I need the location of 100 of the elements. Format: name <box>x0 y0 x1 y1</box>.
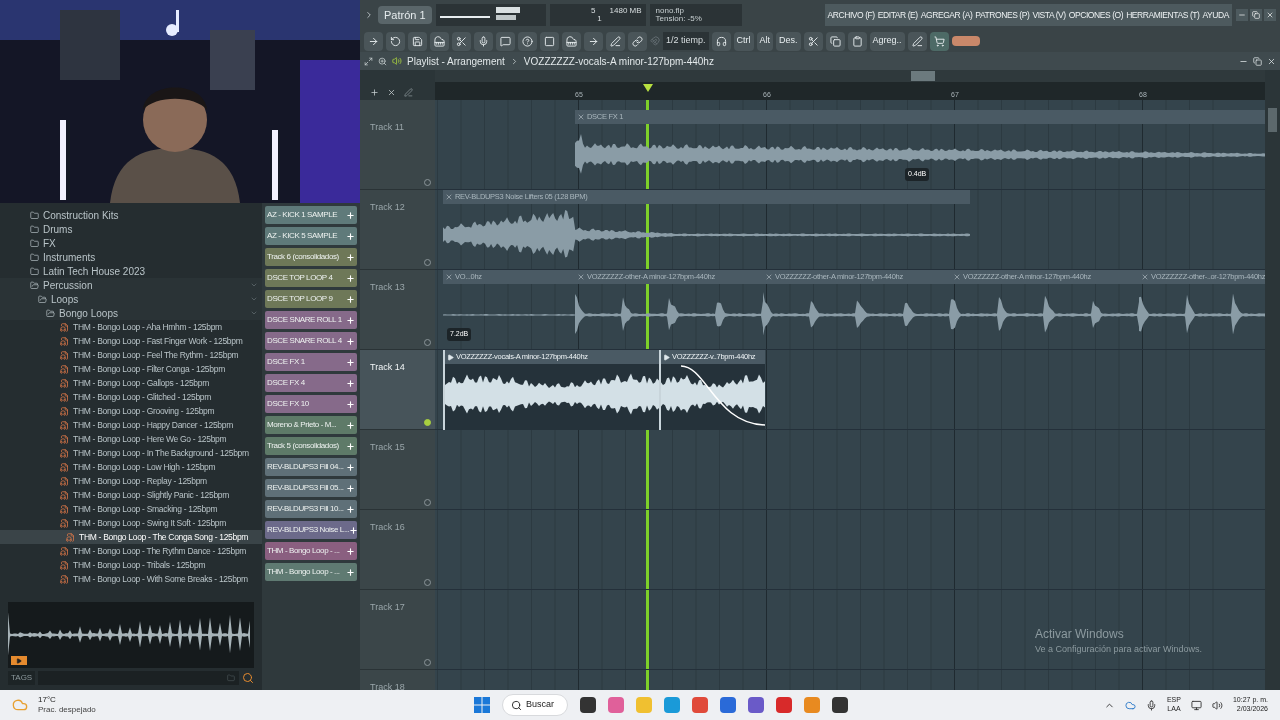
pattern-selector[interactable]: Patrón 1 <box>378 6 432 24</box>
weather-condition[interactable]: Prac. despejado <box>38 705 158 715</box>
toolbar-button[interactable] <box>711 31 731 51</box>
folder-item[interactable]: Instruments <box>0 250 262 264</box>
file-item[interactable]: THM - Bongo Loop - Here We Go - 125bpm <box>0 432 262 446</box>
file-item[interactable]: THM - Bongo Loop - Happy Dancer - 125bpm <box>0 418 262 432</box>
file-item[interactable]: THM - Bongo Loop - Gallops - 125bpm <box>0 376 262 390</box>
key-button[interactable]: Alt <box>756 31 774 51</box>
channel-item[interactable]: DSCE SNARE ROLL 4 <box>265 332 357 350</box>
menu-item[interactable]: VISTA (V) <box>1032 8 1066 22</box>
fit-icon[interactable] <box>364 56 373 66</box>
close-button[interactable] <box>1264 9 1276 21</box>
file-item[interactable]: THM - Bongo Loop - The Rythm Dance - 125bpm <box>0 544 262 558</box>
folder-item[interactable]: Latin Tech House 2023 <box>0 264 262 278</box>
channel-item[interactable]: DSCE FX 10 <box>265 395 357 413</box>
current-clip-name[interactable]: VOZZZZZZ-vocals-A minor-127bpm-440hz <box>523 53 714 69</box>
channel-item[interactable]: REV-BLDUPS3 Fill 10... <box>265 500 357 518</box>
toolbar-button[interactable] <box>496 31 515 51</box>
channel-item[interactable]: REV-BLDUPS3 Fill 04... <box>265 458 357 476</box>
file-item[interactable]: THM - Bongo Loop - Filter Conga - 125bpm <box>0 362 262 376</box>
menu-item[interactable]: PATRONES (P) <box>975 8 1030 22</box>
restore-button[interactable] <box>1250 9 1262 21</box>
track-indicator[interactable] <box>424 419 431 426</box>
speaker-icon[interactable] <box>1211 699 1223 711</box>
file-item[interactable]: THM - Bongo Loop - Low High - 125bpm <box>0 460 262 474</box>
menu-item[interactable]: HERRAMIENTAS (T) <box>1126 8 1200 22</box>
key-button[interactable]: Des. <box>776 31 801 51</box>
key-button[interactable]: Ctrl <box>733 31 754 51</box>
file-item[interactable]: THM - Bongo Loop - Fast Finger Work - 125bpm <box>0 334 262 348</box>
menu-item[interactable]: EDITAR (E) <box>877 8 918 22</box>
menu-item[interactable]: AGREGAR (A) <box>920 8 973 22</box>
toolbar-button[interactable] <box>803 31 823 51</box>
toolbar-button[interactable] <box>452 31 471 51</box>
menu-item[interactable]: ARCHIVO (F) <box>827 8 875 22</box>
speaker-icon[interactable] <box>392 56 402 66</box>
taskbar-app-icon[interactable] <box>579 697 596 713</box>
menu-item[interactable]: AYUDA <box>1202 8 1229 22</box>
file-item[interactable]: THM - Bongo Loop - The Conga Song - 125bpm <box>0 530 262 544</box>
tags-field[interactable] <box>38 671 239 685</box>
search-field[interactable]: Buscar <box>501 694 568 716</box>
toolbar-button[interactable] <box>825 31 845 51</box>
channel-item[interactable]: AZ - KICK 5 SAMPLE <box>265 227 357 245</box>
file-item[interactable]: THM - Bongo Loop - In The Background - 125bpm <box>0 446 262 460</box>
file-item[interactable]: THM - Bongo Loop - Replay - 125bpm <box>0 474 262 488</box>
toolbar-button[interactable] <box>518 31 537 51</box>
folder-item[interactable]: Drums <box>0 222 262 236</box>
search-icon[interactable] <box>242 672 254 684</box>
monitor-icon[interactable] <box>1190 699 1202 711</box>
channel-item[interactable]: DSCE SNARE ROLL 1 <box>265 311 357 329</box>
close-icon[interactable] <box>1267 56 1276 66</box>
windows-logo-icon[interactable] <box>473 697 490 713</box>
channel-item[interactable]: THM - Bongo Loop - ... <box>265 563 357 581</box>
channel-item[interactable]: THM - Bongo Loop - ... <box>265 542 357 560</box>
cloud-icon[interactable] <box>1124 699 1136 711</box>
color-swatch[interactable] <box>951 36 980 46</box>
file-item[interactable]: THM - Bongo Loop - Swing It Soft - 125bpm <box>0 516 262 530</box>
file-item[interactable]: THM - Bongo Loop - Grooving - 125bpm <box>0 404 262 418</box>
channel-item[interactable]: Moreno & Prieto - M... <box>265 416 357 434</box>
folder-item[interactable]: FX <box>0 236 262 250</box>
toolbar-button[interactable] <box>907 31 927 51</box>
toolbar-button[interactable] <box>430 31 449 51</box>
snap-selector[interactable]: 1/2 tiemp. <box>663 32 709 50</box>
file-item[interactable]: THM - Bongo Loop - Slightly Panic - 125bpm <box>0 488 262 502</box>
toolbar-button[interactable] <box>408 31 427 51</box>
toolbar-button[interactable] <box>562 31 581 51</box>
channel-item[interactable]: Track 5 (consolidados) <box>265 437 357 455</box>
channel-item[interactable]: DSCE FX 4 <box>265 374 357 392</box>
folder-item[interactable]: Bongo Loops <box>0 306 262 320</box>
file-item[interactable]: THM - Bongo Loop - Feel The Rythm - 125bpm <box>0 348 262 362</box>
taskbar-app-icon[interactable] <box>831 697 848 713</box>
folder-item[interactable]: Percussion <box>0 278 262 292</box>
toolbar-button[interactable] <box>606 31 625 51</box>
toolbar-button[interactable] <box>847 31 867 51</box>
close-icon[interactable] <box>387 88 396 97</box>
channel-item[interactable]: AZ - KICK 1 SAMPLE <box>265 206 357 224</box>
channel-item[interactable]: DSCE TOP LOOP 4 <box>265 269 357 287</box>
file-item[interactable]: THM - Bongo Loop - Glitched - 125bpm <box>0 390 262 404</box>
menu-item[interactable]: OPCIONES (O) <box>1068 8 1124 22</box>
temperature[interactable]: 17°C <box>38 695 158 705</box>
toolbar-button[interactable] <box>364 31 383 51</box>
channel-item[interactable]: DSCE TOP LOOP 9 <box>265 290 357 308</box>
play-button[interactable] <box>11 656 27 665</box>
file-item[interactable]: THM - Bongo Loop - Aha Hmhm - 125bpm <box>0 320 262 334</box>
zoom-icon[interactable] <box>378 56 387 66</box>
channel-item[interactable]: Track 6 (consolidados) <box>265 248 357 266</box>
toolbar-button[interactable] <box>474 31 493 51</box>
taskbar-app-icon[interactable] <box>747 697 764 713</box>
toolbar-button[interactable] <box>584 31 603 51</box>
add-icon[interactable] <box>370 88 379 97</box>
toolbar-button[interactable] <box>929 31 949 51</box>
file-item[interactable]: THM - Bongo Loop - Tribals - 125bpm <box>0 558 262 572</box>
minimize-button[interactable] <box>1236 9 1248 21</box>
channel-item[interactable]: DSCE FX 1 <box>265 353 357 371</box>
track-header[interactable]: Track 14 <box>360 350 435 430</box>
folder-item[interactable]: Loops <box>0 292 262 306</box>
overview-scrollbar[interactable] <box>435 70 1265 82</box>
channel-item[interactable]: REV-BLDUPS3 Noise L... <box>265 521 357 539</box>
folder-item[interactable]: Construction Kits <box>0 208 262 222</box>
add-button[interactable]: Agreg.. <box>869 31 905 51</box>
restore-icon[interactable] <box>1253 56 1262 66</box>
